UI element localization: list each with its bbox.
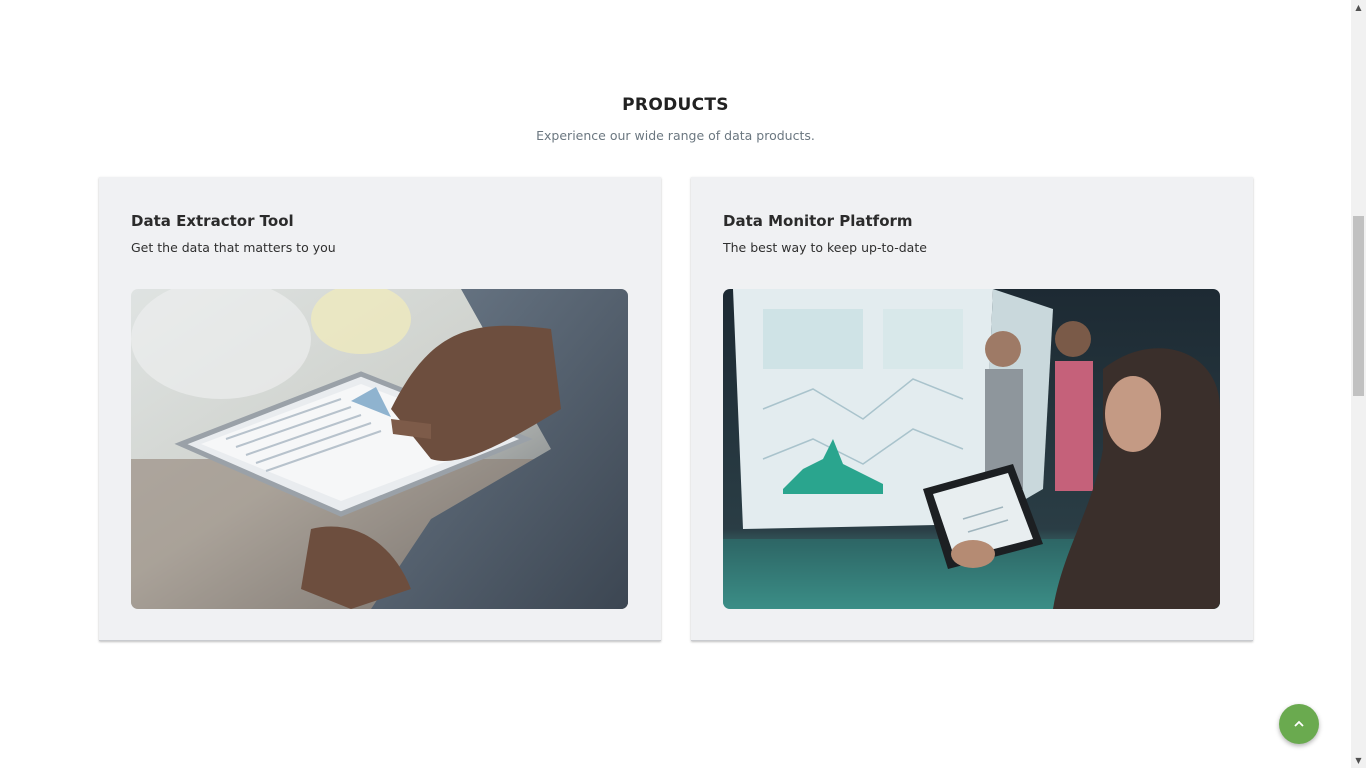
scroll-up-arrow-icon[interactable]: ▲ <box>1351 0 1366 15</box>
card-title: Data Extractor Tool <box>131 212 294 230</box>
product-card-data-monitor[interactable]: Data Monitor Platform The best way to ke… <box>691 177 1253 641</box>
back-to-top-button[interactable] <box>1279 704 1319 744</box>
card-description: The best way to keep up-to-date <box>723 240 927 255</box>
chevron-up-icon <box>1294 720 1304 727</box>
section-title: PRODUCTS <box>622 95 729 115</box>
section-subtitle: Experience our wide range of data produc… <box>536 128 815 143</box>
product-card-data-extractor[interactable]: Data Extractor Tool Get the data that ma… <box>99 177 661 641</box>
scrollbar-thumb[interactable] <box>1353 216 1364 396</box>
tablet-data-photo <box>131 289 628 609</box>
card-title: Data Monitor Platform <box>723 212 913 230</box>
dashboard-team-photo <box>723 289 1220 609</box>
vertical-scrollbar[interactable]: ▲ ▼ <box>1351 0 1366 768</box>
page: PRODUCTS Experience our wide range of da… <box>0 0 1351 768</box>
card-description: Get the data that matters to you <box>131 240 336 255</box>
scroll-down-arrow-icon[interactable]: ▼ <box>1351 753 1366 768</box>
